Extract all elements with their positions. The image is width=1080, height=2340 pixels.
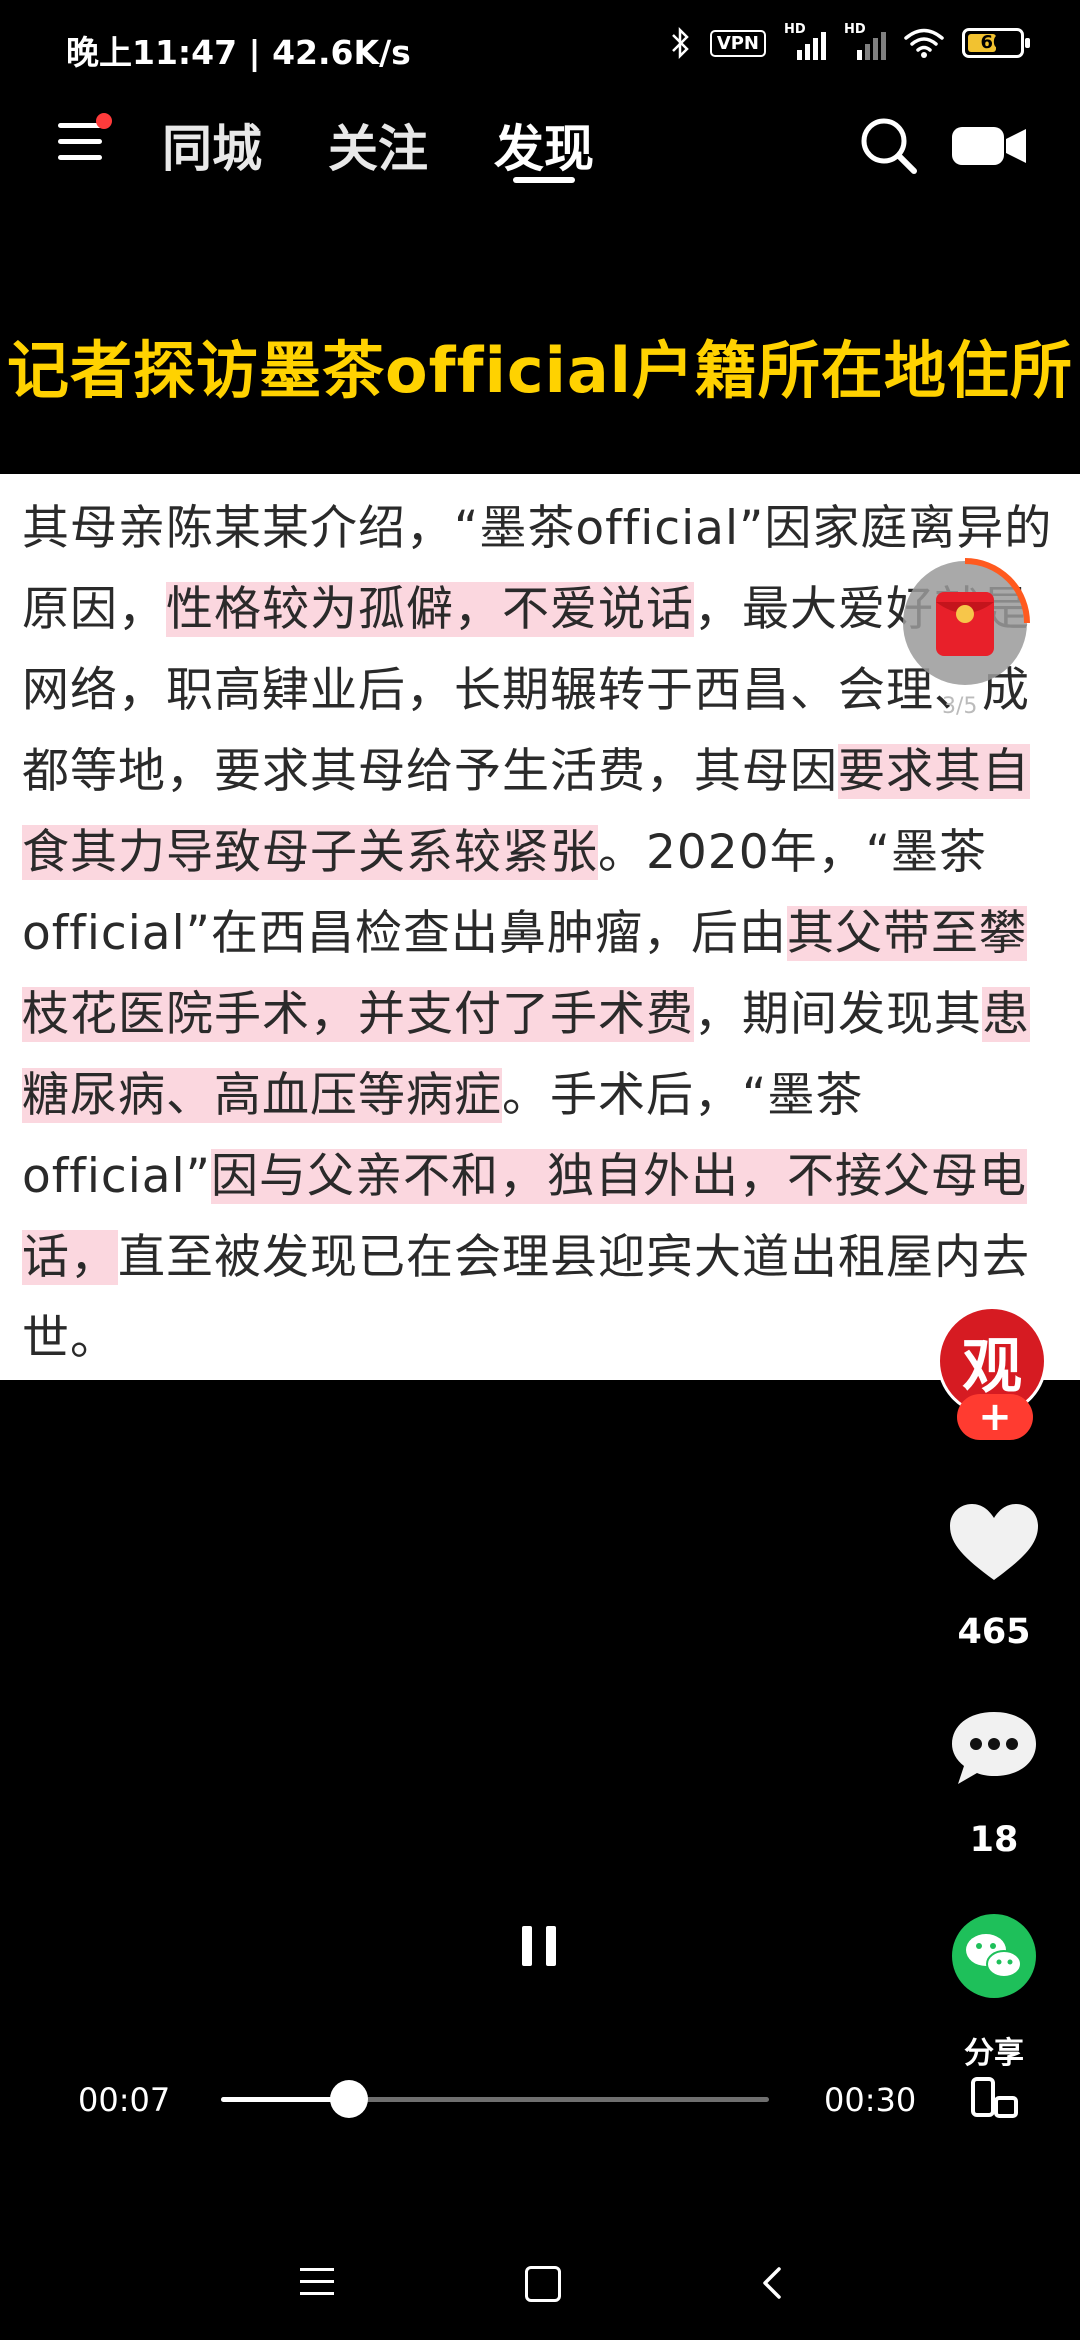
home-button[interactable] [525, 2266, 561, 2302]
camera-icon[interactable] [950, 117, 1030, 173]
bluetooth-icon [671, 26, 689, 60]
red-packet-button[interactable] [900, 558, 1030, 688]
red-packet-counter: 3/5 [942, 694, 978, 719]
top-nav: 同城 关注 发现 [0, 95, 1080, 195]
notification-dot [96, 113, 112, 129]
search-icon[interactable] [856, 113, 920, 177]
share-label: 分享 [964, 2036, 1024, 2071]
comment-count: 18 [969, 1820, 1019, 1860]
progress-thumb[interactable] [329, 2080, 368, 2118]
status-icons: VPN HD HD 60 [670, 22, 1030, 60]
battery-level: 60 [980, 32, 1006, 53]
video-title-banner: 记者探访墨茶official户籍所在地住所 [7, 334, 1073, 407]
comment-icon[interactable] [944, 1706, 1044, 1790]
screen-cast-icon[interactable] [970, 2076, 1020, 2120]
pause-button[interactable] [520, 1926, 560, 1966]
current-time: 00:07 [78, 2081, 171, 2119]
system-nav-bar [0, 2230, 1080, 2340]
battery-icon: 60 [962, 28, 1030, 58]
vpn-icon: VPN [709, 29, 766, 57]
like-count: 465 [957, 1612, 1031, 1652]
active-tab-indicator [513, 177, 575, 183]
tab-nearby[interactable]: 同城 [162, 109, 262, 181]
tab-following[interactable]: 关注 [328, 109, 428, 181]
back-button[interactable] [757, 2266, 787, 2300]
status-time: 晚上11:47 | 42.6K/s [66, 33, 411, 72]
status-bar: 晚上11:47 | 42.6K/s VPN HD HD 60 [0, 0, 1080, 95]
wifi-icon [904, 28, 944, 58]
recent-apps-button[interactable] [300, 2268, 334, 2298]
tab-discover[interactable]: 发现 [494, 109, 594, 181]
progress-slider[interactable] [221, 2080, 769, 2118]
signal-icon: HD [784, 22, 826, 60]
heart-icon[interactable] [944, 1500, 1044, 1584]
total-time: 00:30 [824, 2081, 917, 2119]
highlight: 性格较为孤僻，不爱说话 [166, 582, 694, 637]
follow-button[interactable]: + [957, 1394, 1033, 1440]
wechat-share-icon[interactable] [944, 1912, 1044, 2000]
menu-icon[interactable] [58, 113, 112, 165]
signal-icon: HD [844, 22, 886, 60]
